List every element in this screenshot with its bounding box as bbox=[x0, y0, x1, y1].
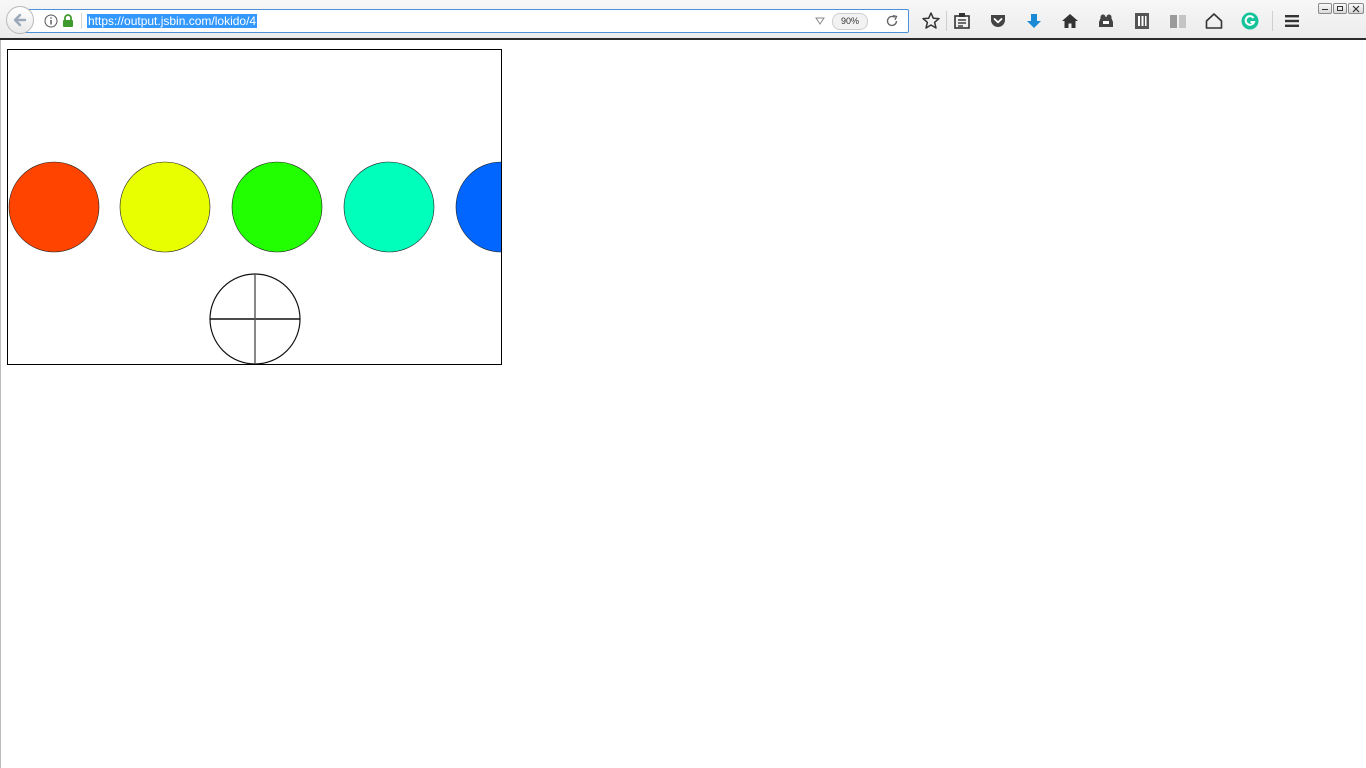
back-icon bbox=[13, 13, 27, 27]
library-icon[interactable] bbox=[1132, 11, 1152, 31]
extension-icon[interactable] bbox=[1096, 11, 1116, 31]
blue-circle bbox=[455, 161, 501, 253]
reader-icon[interactable] bbox=[1168, 11, 1188, 31]
minimize-button[interactable] bbox=[1318, 3, 1332, 14]
canvas-scene bbox=[8, 161, 501, 364]
download-icon[interactable] bbox=[1024, 11, 1044, 31]
browser-toolbar: https://output.jsbin.com/lokido/4 90% bbox=[0, 0, 1366, 40]
green-circle bbox=[231, 161, 323, 253]
grammarly-icon[interactable] bbox=[1240, 11, 1260, 31]
yellow-circle bbox=[119, 161, 211, 253]
aqua-circle bbox=[343, 161, 435, 253]
pocket-icon[interactable] bbox=[988, 11, 1008, 31]
toolbar-separator bbox=[946, 11, 947, 31]
reading-list-icon[interactable] bbox=[952, 11, 972, 31]
info-icon[interactable] bbox=[44, 14, 58, 28]
red-orange-circle bbox=[8, 161, 100, 253]
bookmark-star-icon[interactable] bbox=[921, 11, 941, 31]
lock-icon[interactable] bbox=[62, 14, 74, 28]
minimize-icon bbox=[1322, 9, 1328, 10]
home-icon[interactable] bbox=[1060, 11, 1080, 31]
url-bar[interactable]: https://output.jsbin.com/lokido/4 90% bbox=[24, 9, 909, 33]
back-button[interactable] bbox=[6, 6, 34, 34]
url-text[interactable]: https://output.jsbin.com/lokido/4 bbox=[87, 14, 258, 28]
close-button[interactable] bbox=[1348, 3, 1364, 14]
close-icon bbox=[1352, 5, 1360, 13]
game-canvas[interactable] bbox=[7, 49, 502, 365]
url-separator bbox=[81, 13, 82, 29]
window-left-edge bbox=[0, 40, 1, 768]
home-outline-icon[interactable] bbox=[1204, 11, 1224, 31]
toolbar-separator bbox=[1272, 11, 1273, 31]
restore-button[interactable] bbox=[1333, 3, 1347, 14]
reload-icon[interactable] bbox=[885, 14, 899, 28]
restore-icon bbox=[1337, 6, 1343, 11]
menu-icon[interactable] bbox=[1282, 11, 1302, 31]
zoom-indicator[interactable]: 90% bbox=[832, 13, 868, 30]
crosshair-target[interactable] bbox=[209, 273, 301, 364]
dropmarker-icon[interactable] bbox=[815, 16, 825, 26]
